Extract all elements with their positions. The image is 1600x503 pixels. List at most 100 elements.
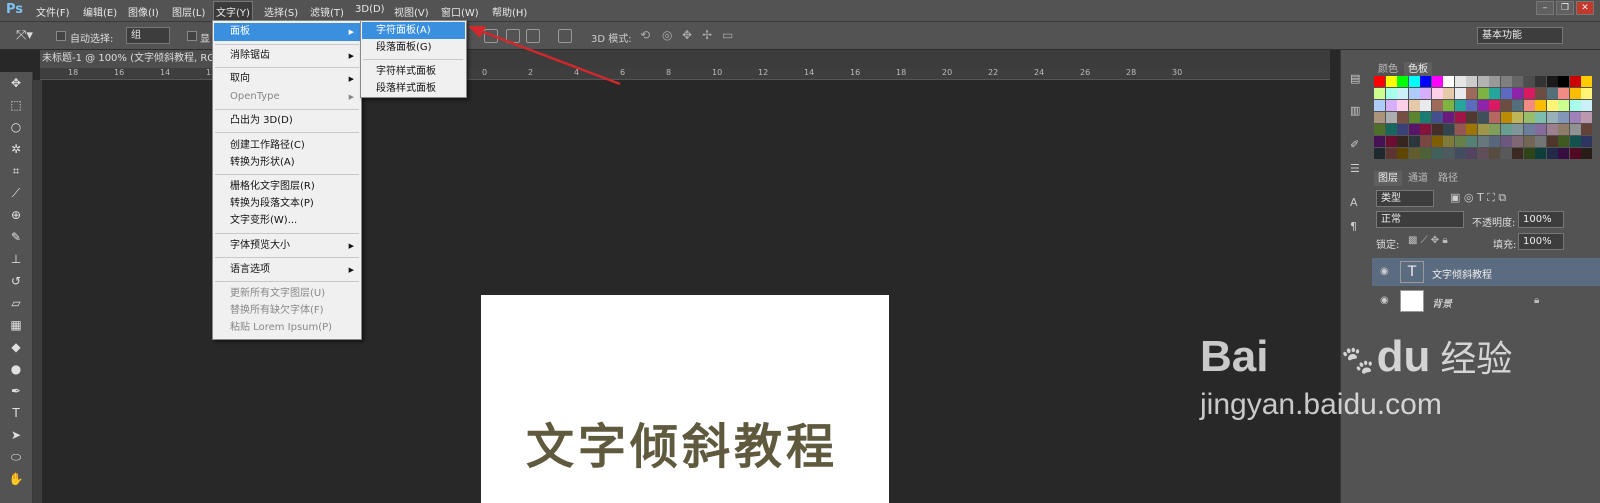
eyedropper-icon[interactable]: ⟋ (6, 184, 26, 202)
swatch[interactable] (1385, 88, 1397, 99)
swatch[interactable] (1385, 124, 1397, 135)
swatch[interactable] (1431, 76, 1443, 87)
swatch[interactable] (1546, 148, 1558, 159)
menu-select[interactable]: 选择(S) (264, 4, 298, 19)
swatch[interactable] (1535, 88, 1546, 99)
swatch[interactable] (1408, 112, 1420, 123)
document-canvas[interactable]: 文字倾斜教程 (481, 295, 889, 503)
swatch[interactable] (1581, 76, 1592, 87)
swatch[interactable] (1500, 76, 1512, 87)
swatch[interactable] (1408, 100, 1420, 111)
layer-row[interactable]: ◉ 背景 🔒︎ (1372, 287, 1600, 315)
paragraph-panel-icon[interactable]: ¶ (1350, 220, 1364, 234)
dodge-tool-icon[interactable]: ● (6, 360, 26, 378)
swatch[interactable] (1523, 76, 1535, 87)
history-panel-icon[interactable]: ▤ (1350, 72, 1364, 86)
swatch[interactable] (1408, 124, 1420, 135)
swatch[interactable] (1546, 88, 1558, 99)
swatch[interactable] (1397, 124, 1408, 135)
auto-select-checkbox[interactable] (56, 31, 66, 41)
swatch[interactable] (1374, 112, 1385, 123)
swatch[interactable] (1523, 136, 1535, 147)
swatch[interactable] (1512, 100, 1523, 111)
swatch[interactable] (1558, 100, 1569, 111)
swatch[interactable] (1535, 100, 1546, 111)
layer-filter-dropdown[interactable]: 类型 (1376, 190, 1434, 207)
workspace-dropdown[interactable]: 基本功能 (1477, 27, 1563, 44)
show-transform-checkbox[interactable] (187, 31, 197, 41)
swatch[interactable] (1431, 136, 1443, 147)
swatch[interactable] (1558, 112, 1569, 123)
menu-3d[interactable]: 3D(D) (355, 4, 385, 15)
swatch[interactable] (1489, 124, 1500, 135)
magic-wand-icon[interactable]: ✲ (6, 140, 26, 158)
tab-color[interactable]: 颜色 (1374, 62, 1402, 77)
visibility-eye-icon[interactable]: ◉ (1380, 266, 1389, 277)
swatch[interactable] (1454, 124, 1466, 135)
swatch[interactable] (1581, 88, 1592, 99)
menu-item-convert-paragraph[interactable]: 转换为段落文本(P) (214, 195, 360, 213)
swatch[interactable] (1477, 100, 1489, 111)
swatch[interactable] (1443, 76, 1454, 87)
swatch[interactable] (1500, 100, 1512, 111)
document-tab[interactable]: 未标题-1 @ 100% (文字倾斜教程, RGB (40, 50, 215, 68)
visibility-eye-icon[interactable]: ◉ (1380, 295, 1389, 306)
swatch[interactable] (1466, 124, 1477, 135)
swatch[interactable] (1385, 100, 1397, 111)
swatch[interactable] (1385, 136, 1397, 147)
3d-pan-icon[interactable]: ✥ (682, 28, 692, 42)
menu-window[interactable]: 窗口(W) (441, 4, 479, 19)
menu-item-language-options[interactable]: 语言选项 ▶ (214, 261, 360, 279)
swatch[interactable] (1397, 100, 1408, 111)
swatch[interactable] (1374, 88, 1385, 99)
swatch[interactable] (1489, 100, 1500, 111)
swatch[interactable] (1500, 148, 1512, 159)
swatch[interactable] (1535, 136, 1546, 147)
swatch[interactable] (1489, 148, 1500, 159)
adjustments-panel-icon[interactable]: ☰ (1350, 162, 1364, 176)
pen-tool-icon[interactable]: ✒ (6, 382, 26, 400)
swatch[interactable] (1420, 112, 1431, 123)
submenu-item-paragraph-styles[interactable]: 段落样式面板 (362, 80, 465, 97)
brush-tool-icon[interactable]: ✎ (6, 228, 26, 246)
swatch[interactable] (1489, 112, 1500, 123)
menu-item-extrude-3d[interactable]: 凸出为 3D(D) (214, 112, 360, 130)
swatch[interactable] (1535, 112, 1546, 123)
swatch[interactable] (1420, 148, 1431, 159)
swatch[interactable] (1374, 136, 1385, 147)
swatch[interactable] (1546, 112, 1558, 123)
swatch[interactable] (1408, 148, 1420, 159)
fill-input[interactable]: 100% (1518, 233, 1564, 250)
swatch[interactable] (1443, 100, 1454, 111)
swatch[interactable] (1477, 124, 1489, 135)
swatch[interactable] (1477, 136, 1489, 147)
swatch[interactable] (1523, 124, 1535, 135)
swatch[interactable] (1466, 76, 1477, 87)
tab-channels[interactable]: 通道 (1404, 171, 1432, 186)
swatch[interactable] (1489, 76, 1500, 87)
swatch[interactable] (1420, 124, 1431, 135)
swatch[interactable] (1397, 136, 1408, 147)
swatch[interactable] (1569, 112, 1581, 123)
menu-item-replace-missing-fonts[interactable]: 替换所有缺欠字体(F) (214, 302, 360, 320)
swatch[interactable] (1581, 100, 1592, 111)
menu-item-panel[interactable]: 面板 ▶ (214, 23, 360, 41)
blend-mode-dropdown[interactable]: 正常 (1376, 211, 1464, 228)
move-tool-icon[interactable]: ⤧▾ (16, 28, 33, 43)
swatch[interactable] (1431, 88, 1443, 99)
swatch[interactable] (1569, 124, 1581, 135)
move-tool-icon[interactable]: ✥ (6, 74, 26, 92)
swatch[interactable] (1535, 148, 1546, 159)
menu-item-anti-alias[interactable]: 消除锯齿 ▶ (214, 47, 360, 65)
swatch[interactable] (1477, 76, 1489, 87)
swatch[interactable] (1512, 136, 1523, 147)
swatch[interactable] (1569, 136, 1581, 147)
menu-item-update-all-layers[interactable]: 更新所有文字图层(U) (214, 285, 360, 303)
swatch[interactable] (1569, 148, 1581, 159)
3d-rotate-icon[interactable]: ⟲ (640, 28, 650, 42)
swatch[interactable] (1408, 88, 1420, 99)
menu-item-rasterize[interactable]: 栅格化文字图层(R) (214, 178, 360, 196)
swatch[interactable] (1466, 148, 1477, 159)
swatch[interactable] (1466, 100, 1477, 111)
swatch[interactable] (1477, 88, 1489, 99)
